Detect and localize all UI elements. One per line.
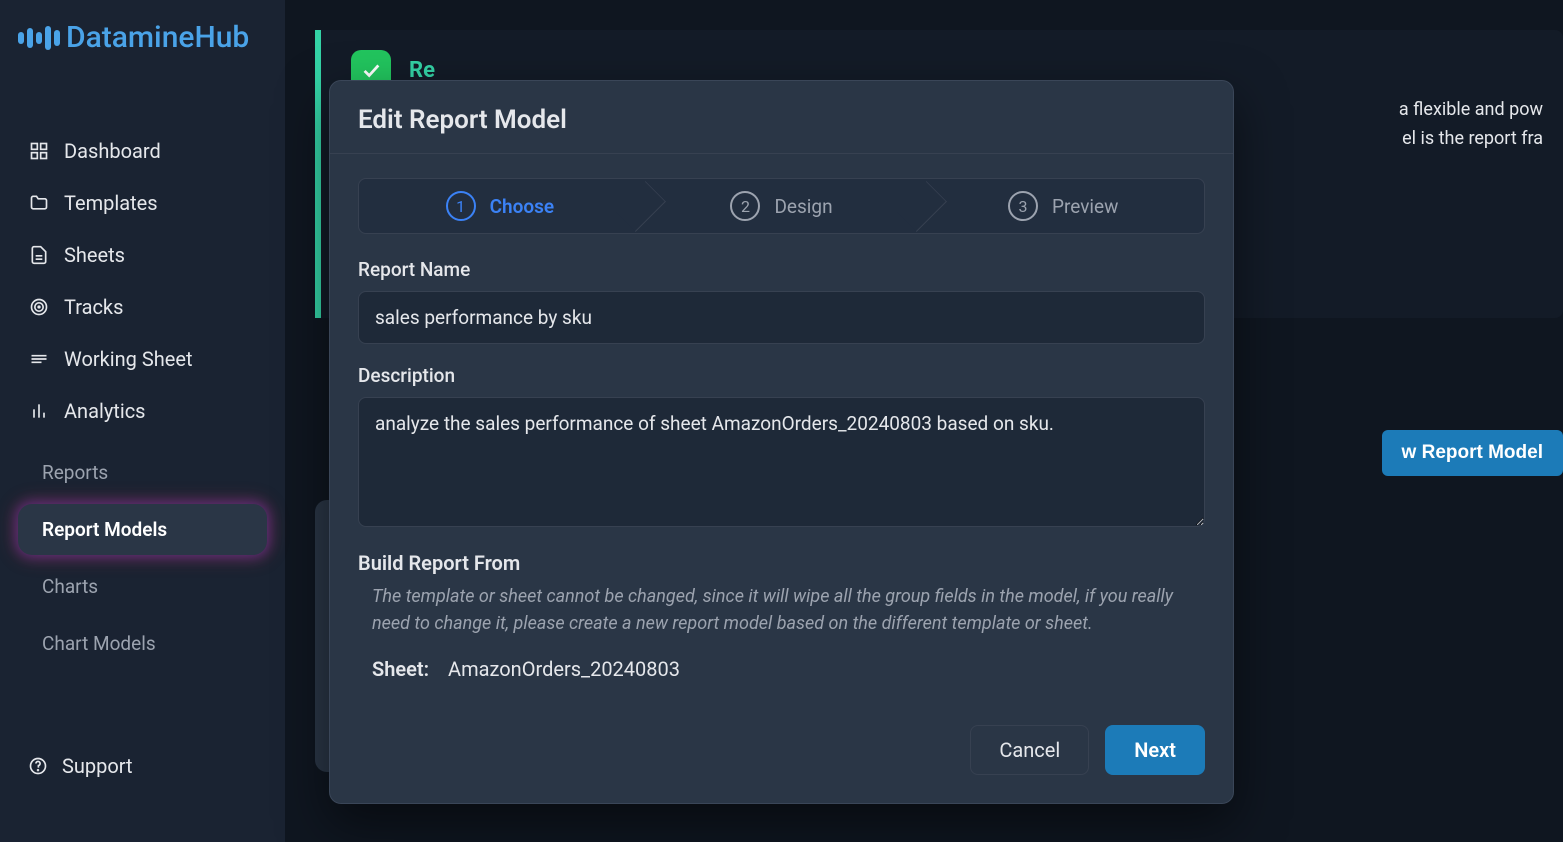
subnav-chart-models[interactable]: Chart Models bbox=[18, 618, 267, 669]
report-name-label: Report Name bbox=[358, 258, 1205, 281]
nav-support[interactable]: Support bbox=[18, 740, 267, 792]
sheet-label: Sheet: bbox=[372, 657, 429, 681]
info-title: Re bbox=[409, 58, 435, 83]
bar-chart-icon bbox=[28, 400, 50, 422]
step-design[interactable]: 2 Design bbox=[641, 179, 923, 233]
nav-label: Dashboard bbox=[64, 139, 161, 163]
build-from-note: The template or sheet cannot be changed,… bbox=[358, 583, 1205, 637]
new-button-label: w Report Model bbox=[1402, 442, 1543, 463]
nav-working-sheet[interactable]: Working Sheet bbox=[18, 333, 267, 385]
build-from-label: Build Report From bbox=[358, 551, 1205, 575]
step-label: Preview bbox=[1052, 195, 1118, 218]
sheet-source: Sheet: AmazonOrders_20240803 bbox=[358, 657, 1205, 681]
secondary-nav: Reports Report Models Charts Chart Model… bbox=[0, 437, 285, 669]
modal-form: Report Name Description Build Report Fro… bbox=[330, 234, 1233, 705]
step-preview[interactable]: 3 Preview bbox=[922, 179, 1204, 233]
support-label: Support bbox=[62, 754, 133, 778]
wizard-stepper: 1 Choose 2 Design 3 Preview bbox=[358, 178, 1205, 234]
cancel-label: Cancel bbox=[999, 738, 1060, 762]
nav-tracks[interactable]: Tracks bbox=[18, 281, 267, 333]
layers-icon bbox=[28, 348, 50, 370]
report-name-input[interactable] bbox=[358, 291, 1205, 344]
step-number: 2 bbox=[730, 191, 760, 221]
step-number: 3 bbox=[1008, 191, 1038, 221]
step-label: Design bbox=[774, 195, 832, 218]
edit-report-model-modal: Edit Report Model 1 Choose 2 Design 3 Pr… bbox=[329, 80, 1234, 804]
step-label: Choose bbox=[490, 195, 555, 218]
modal-title: Edit Report Model bbox=[358, 105, 1205, 135]
subnav-label: Reports bbox=[42, 461, 108, 484]
nav-label: Tracks bbox=[64, 295, 123, 319]
file-icon bbox=[28, 244, 50, 266]
description-label: Description bbox=[358, 364, 1205, 387]
dashboard-icon bbox=[28, 140, 50, 162]
modal-footer: Cancel Next bbox=[330, 705, 1233, 803]
step-number: 1 bbox=[446, 191, 476, 221]
brand-logo[interactable]: DatamineHub bbox=[0, 20, 285, 85]
step-choose[interactable]: 1 Choose bbox=[359, 179, 641, 233]
nav-sheets[interactable]: Sheets bbox=[18, 229, 267, 281]
help-icon bbox=[28, 756, 48, 776]
nav-label: Sheets bbox=[64, 243, 125, 267]
subnav-report-models[interactable]: Report Models bbox=[18, 504, 267, 555]
sidebar: DatamineHub Dashboard Templates Sheets T… bbox=[0, 0, 285, 842]
brand-name: DatamineHub bbox=[66, 20, 249, 55]
nav-label: Analytics bbox=[64, 399, 146, 423]
folder-icon bbox=[28, 192, 50, 214]
nav-label: Working Sheet bbox=[64, 347, 193, 371]
new-report-model-button[interactable]: w Report Model bbox=[1382, 430, 1563, 476]
cancel-button[interactable]: Cancel bbox=[970, 725, 1089, 775]
target-icon bbox=[28, 296, 50, 318]
logo-bars-icon bbox=[18, 26, 60, 50]
nav-templates[interactable]: Templates bbox=[18, 177, 267, 229]
nav-analytics[interactable]: Analytics bbox=[18, 385, 267, 437]
nav-dashboard[interactable]: Dashboard bbox=[18, 125, 267, 177]
subnav-label: Charts bbox=[42, 575, 98, 598]
subnav-reports[interactable]: Reports bbox=[18, 447, 267, 498]
next-button[interactable]: Next bbox=[1105, 725, 1205, 775]
next-label: Next bbox=[1134, 738, 1176, 762]
subnav-label: Chart Models bbox=[42, 632, 156, 655]
subnav-charts[interactable]: Charts bbox=[18, 561, 267, 612]
description-textarea[interactable] bbox=[358, 397, 1205, 527]
nav-label: Templates bbox=[64, 191, 158, 215]
sheet-value: AmazonOrders_20240803 bbox=[448, 657, 680, 681]
subnav-label: Report Models bbox=[42, 518, 167, 541]
primary-nav: Dashboard Templates Sheets Tracks Workin… bbox=[0, 85, 285, 437]
